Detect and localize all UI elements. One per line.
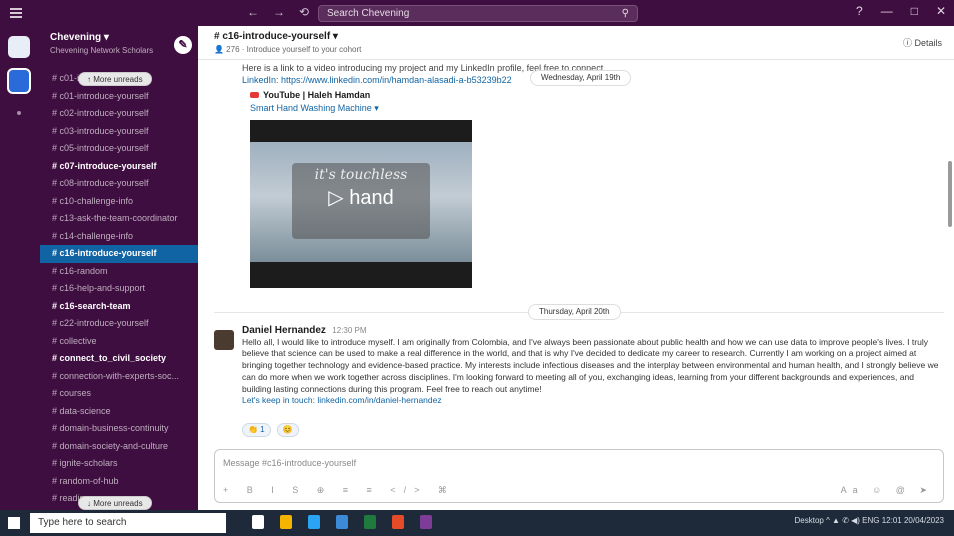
- forward-button[interactable]: →: [273, 5, 285, 19]
- sidebar-channel-item[interactable]: # c05-introduce-yourself: [40, 140, 198, 158]
- message-author[interactable]: Daniel Hernandez: [242, 325, 326, 336]
- sidebar-channel-item[interactable]: # c10-challenge-info: [40, 193, 198, 211]
- avatar[interactable]: [214, 330, 234, 350]
- sidebar-channel-item[interactable]: # domain-society-and-culture: [40, 438, 198, 456]
- title-bar: ← → ⟲ Search Chevening ⚲ ? — □ ✕: [0, 0, 954, 26]
- maximize-button[interactable]: □: [911, 4, 918, 18]
- windows-start-icon[interactable]: [8, 517, 20, 529]
- workspace-rail: [0, 26, 40, 510]
- search-input[interactable]: Search Chevening ⚲: [318, 5, 638, 22]
- sidebar-channel-item[interactable]: # c03-introduce-yourself: [40, 123, 198, 141]
- sidebar-channel-item[interactable]: # c08-introduce-yourself: [40, 175, 198, 193]
- mail-icon[interactable]: [336, 515, 348, 529]
- help-button[interactable]: ?: [856, 4, 863, 18]
- channel-header: # c16-introduce-yourself ▾ 👤 276 · Intro…: [198, 26, 954, 60]
- video-title-link[interactable]: Smart Hand Washing Machine ▾: [250, 102, 379, 115]
- reaction-clap[interactable]: 👏 1: [242, 423, 271, 437]
- search-icon: ⚲: [621, 8, 629, 19]
- chrome-icon[interactable]: [392, 515, 404, 529]
- video-overlay-text: it's touchless: [314, 167, 408, 183]
- sidebar-channel-item[interactable]: # c13-ask-the-team-coordinator: [40, 210, 198, 228]
- sidebar-channel-item[interactable]: # c16-random: [40, 263, 198, 281]
- sidebar-channel-item[interactable]: # ignite-scholars: [40, 455, 198, 473]
- date-divider[interactable]: Wednesday, April 19th: [530, 70, 632, 86]
- window-controls: ? — □ ✕: [856, 4, 946, 18]
- search-placeholder: Search Chevening: [327, 8, 410, 19]
- history-nav: ← → ⟲: [247, 5, 309, 19]
- task-view-icon[interactable]: [252, 515, 264, 529]
- sidebar-channel-item[interactable]: # c02-introduce-yourself: [40, 105, 198, 123]
- youtube-unfurl: YouTube | Haleh Hamdan Smart Hand Washin…: [250, 89, 379, 115]
- add-reaction-button[interactable]: 😊: [276, 423, 299, 437]
- workspace-icon-active[interactable]: [7, 68, 31, 94]
- send-toolbar[interactable]: Aa ☺ @ ➤: [841, 485, 933, 496]
- channel-list: # c01-introduce-yourself# c01-introduce-…: [40, 70, 198, 508]
- sidebar-channel-item[interactable]: # c14-challenge-info: [40, 228, 198, 246]
- workspace-subtitle: Chevening Network Scholars: [50, 46, 154, 55]
- reaction-bar: 👏 1 😊: [242, 423, 299, 437]
- back-button[interactable]: ←: [247, 5, 259, 19]
- add-workspace-icon[interactable]: [17, 111, 21, 115]
- history-button[interactable]: ⟲: [299, 5, 309, 19]
- taskbar-apps: [252, 515, 432, 529]
- details-button[interactable]: ⓘ Details: [903, 36, 942, 49]
- sidebar-channel-item[interactable]: # c16-introduce-yourself: [40, 245, 198, 263]
- sidebar-channel-item[interactable]: # connection-with-experts-soc...: [40, 368, 198, 386]
- sidebar-channel-item[interactable]: # connect_to_civil_society: [40, 350, 198, 368]
- channel-sidebar: Chevening ▾ Chevening Network Scholars ✎…: [40, 26, 198, 510]
- message-second: Daniel Hernandez 12:30 PM Hello all, I w…: [242, 325, 942, 407]
- system-tray[interactable]: Desktop ^ ▲ ✆ ◀) ENG 12:01 20/04/2023: [795, 516, 945, 525]
- sidebar-channel-item[interactable]: # courses: [40, 385, 198, 403]
- workspace-name[interactable]: Chevening ▾: [50, 32, 190, 43]
- sidebar-channel-item[interactable]: # c07-introduce-yourself: [40, 158, 198, 176]
- sidebar-channel-item[interactable]: # c22-introduce-yourself: [40, 315, 198, 333]
- date-divider[interactable]: Thursday, April 20th: [528, 304, 621, 320]
- more-unreads-bottom-button[interactable]: ↓ More unreads: [78, 496, 152, 510]
- sidebar-channel-item[interactable]: # c01-introduce-yourself: [40, 88, 198, 106]
- file-explorer-icon[interactable]: [280, 515, 292, 529]
- sidebar-channel-item[interactable]: # domain-business-continuity: [40, 420, 198, 438]
- taskbar-search-input[interactable]: Type here to search: [30, 513, 226, 533]
- sidebar-channel-item[interactable]: # data-science: [40, 403, 198, 421]
- workspace-header[interactable]: Chevening ▾ Chevening Network Scholars: [50, 32, 190, 60]
- channel-title[interactable]: # c16-introduce-yourself ▾: [214, 31, 338, 42]
- sidebar-channel-item[interactable]: # c16-help-and-support: [40, 280, 198, 298]
- message-body: Hello all, I would like to introduce mys…: [242, 336, 939, 394]
- menu-icon[interactable]: [10, 8, 22, 18]
- formatting-toolbar[interactable]: + B I S ⊕ ≡ ≡ </> ⌘: [223, 485, 455, 496]
- message-pane: # c16-introduce-yourself ▾ 👤 276 · Intro…: [198, 26, 954, 510]
- message-link[interactable]: Let's keep in touch: linkedin.com/in/dan…: [242, 395, 942, 407]
- sidebar-channel-item[interactable]: # random-of-hub: [40, 473, 198, 491]
- play-button[interactable]: it's touchless ▷ hand: [292, 163, 430, 239]
- play-icon: ▷ hand: [328, 187, 394, 209]
- message-composer[interactable]: Message #c16-introduce-yourself + B I S …: [214, 449, 944, 503]
- scrollbar[interactable]: [948, 161, 952, 227]
- workspace-icon[interactable]: [8, 36, 30, 58]
- minimize-button[interactable]: —: [881, 4, 893, 18]
- more-unreads-top-button[interactable]: ↑ More unreads: [78, 72, 152, 86]
- slack-icon[interactable]: [420, 515, 432, 529]
- composer-placeholder: Message #c16-introduce-yourself: [223, 458, 357, 468]
- sidebar-channel-item[interactable]: # collective: [40, 333, 198, 351]
- store-icon[interactable]: [364, 515, 376, 529]
- message-timestamp[interactable]: 12:30 PM: [332, 326, 366, 335]
- channel-topic: 👤 276 · Introduce yourself to your cohor…: [214, 45, 362, 54]
- youtube-source: YouTube | Haleh Hamdan: [250, 89, 379, 102]
- sidebar-channel-item[interactable]: # c16-search-team: [40, 298, 198, 316]
- os-taskbar: Type here to search Desktop ^ ▲ ✆ ◀) ENG…: [0, 510, 954, 536]
- compose-icon[interactable]: ✎: [174, 36, 192, 54]
- edge-icon[interactable]: [308, 515, 320, 529]
- video-player[interactable]: it's touchless ▷ hand: [250, 120, 472, 288]
- close-button[interactable]: ✕: [936, 4, 946, 18]
